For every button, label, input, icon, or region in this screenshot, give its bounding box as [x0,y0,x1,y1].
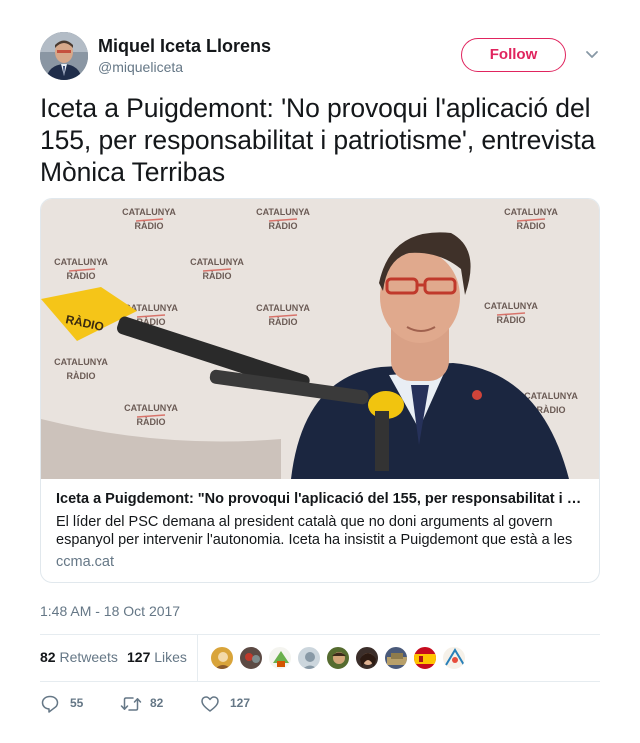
svg-text:RÀDIO: RÀDIO [517,221,546,231]
liker-avatar[interactable] [326,646,350,670]
link-card[interactable]: CATALUNYA RÀDIO CATALUNYA RÀDIO CATALUNY… [40,198,600,583]
author-name[interactable]: Miquel Iceta Llorens [98,36,271,57]
likes-count: 127 [127,649,151,665]
liker-avatar[interactable] [442,646,466,670]
liker-avatar[interactable] [210,646,234,670]
tweet-header: Miquel Iceta Llorens @miqueliceta Follow [40,32,600,80]
chevron-down-icon[interactable] [584,48,600,62]
liker-avatar[interactable] [239,646,263,670]
reply-icon [41,695,59,713]
retweets-count: 82 [40,649,56,665]
retweet-count: 82 [150,696,164,710]
svg-text:CATALUNYA: CATALUNYA [190,257,244,267]
svg-text:RÀDIO: RÀDIO [269,317,298,327]
liker-avatar[interactable] [268,646,292,670]
card-description: El líder del PSC demana al president cat… [56,514,573,548]
svg-text:RÀDIO: RÀDIO [67,271,96,281]
like-button[interactable]: 127 [200,692,280,716]
svg-text:CATALUNYA: CATALUNYA [256,303,310,313]
stats-separator [197,635,198,681]
liker-avatar[interactable] [297,646,321,670]
retweets-stat[interactable]: 82 Retweets [40,649,118,665]
tweet-actions: 55 82 127 [40,692,600,716]
svg-text:RÀDIO: RÀDIO [537,405,566,415]
reply-count: 55 [70,696,84,710]
svg-text:CATALUNYA: CATALUNYA [484,301,538,311]
likes-stat[interactable]: 127 Likes [127,649,187,665]
svg-text:RÀDIO: RÀDIO [135,221,164,231]
likes-label: Likes [154,649,187,665]
reply-button[interactable]: 55 [40,692,100,716]
retweet-icon [120,697,142,711]
liker-avatar[interactable] [355,646,379,670]
follow-button[interactable]: Follow [461,38,566,72]
svg-text:RÀDIO: RÀDIO [67,371,96,381]
tweet-stats: 82 Retweets 127 Likes [40,635,600,681]
svg-text:CATALUNYA: CATALUNYA [524,391,578,401]
like-count: 127 [230,696,251,710]
tweet-text: Iceta a Puigdemont: 'No provoqui l'aplic… [40,93,596,187]
card-title[interactable]: Iceta a Puigdemont: "No provoqui l'aplic… [56,491,586,507]
divider [40,681,600,682]
svg-text:CATALUNYA: CATALUNYA [256,207,310,217]
author-handle[interactable]: @miqueliceta [98,59,183,75]
svg-text:CATALUNYA: CATALUNYA [504,207,558,217]
svg-text:RÀDIO: RÀDIO [137,417,166,427]
svg-text:RÀDIO: RÀDIO [497,315,526,325]
svg-text:CATALUNYA: CATALUNYA [122,207,176,217]
retweets-label: Retweets [59,649,118,665]
svg-text:CATALUNYA: CATALUNYA [124,403,178,413]
svg-text:RÀDIO: RÀDIO [203,271,232,281]
svg-text:CATALUNYA: CATALUNYA [54,257,108,267]
liker-avatar[interactable] [384,646,408,670]
liker-avatar[interactable] [413,646,437,670]
card-image[interactable]: CATALUNYA RÀDIO CATALUNYA RÀDIO CATALUNY… [41,199,599,479]
tweet-timestamp[interactable]: 1:48 AM - 18 Oct 2017 [40,603,180,619]
svg-text:RÀDIO: RÀDIO [269,221,298,231]
card-domain: ccma.cat [56,554,115,570]
heart-icon [201,696,219,712]
retweet-button[interactable]: 82 [120,692,190,716]
svg-text:CATALUNYA: CATALUNYA [54,357,108,367]
author-avatar[interactable] [40,32,88,80]
